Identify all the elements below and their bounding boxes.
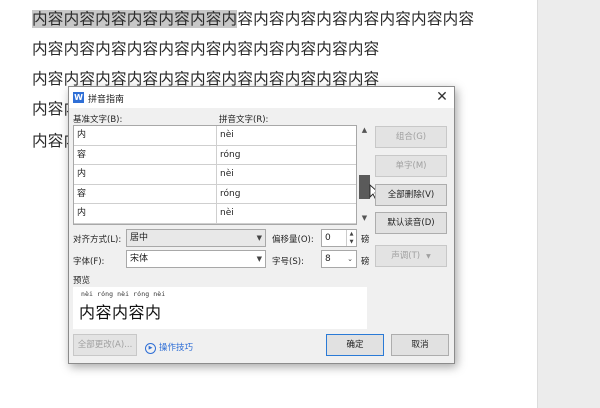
combine-button[interactable]: 组合(G) [375,126,447,148]
offset-value: 0 [325,233,331,243]
pinyin-guide-dialog: W 拼音指南 ✕ 基准文字(B): 拼音文字(R): 内 nèi 容 róng … [68,86,455,364]
close-icon[interactable]: ✕ [430,87,454,108]
base-text-field[interactable]: 容 [74,184,217,204]
chevron-down-icon: ▼ [256,255,262,263]
dropdown-arrow-icon: ▼ [426,253,431,260]
page-gutter [537,0,600,408]
scroll-down-icon[interactable]: ▼ [359,213,370,223]
preview-label: 预览 [73,276,91,286]
dialog-titlebar[interactable]: W 拼音指南 ✕ [69,87,454,108]
size-unit: 磅 [361,257,370,267]
ruby-text-header: 拼音文字(R): [219,115,269,125]
table-row: 内 nèi [74,126,356,146]
table-row: 内 nèi [74,204,356,224]
cancel-button[interactable]: 取消 [391,334,449,356]
table-row: 容 róng [74,145,356,165]
offset-unit: 磅 [361,235,370,245]
base-text-header: 基准文字(B): [73,115,123,125]
ruby-text-field[interactable]: nèi [217,126,356,145]
grid-scrollbar[interactable]: ▲ ▼ [359,125,370,225]
preview-ruby: nèi róng nèi róng nèi [81,290,166,298]
apply-all-button[interactable]: 全部更改(A)... [73,334,137,356]
app-icon: W [73,92,84,103]
chevron-down-icon: ⌄ [347,255,353,263]
ruby-text-field[interactable]: róng [217,185,356,204]
dialog-title: 拼音指南 [88,95,125,105]
decrement-icon[interactable]: ▼ [346,238,356,246]
size-value: 8 [325,254,331,264]
alignment-select[interactable]: 居中 ▼ [126,229,266,247]
font-label: 字体(F): [73,257,105,267]
offset-stepper[interactable]: 0 ▲ ▼ [321,229,357,247]
line-remainder[interactable]: 容内容内容内容内容内容内容内容 [237,10,474,28]
ruby-text-field[interactable]: nèi [217,165,356,184]
single-char-button[interactable]: 单字(M) [375,155,447,177]
base-text-field[interactable]: 容 [74,145,217,165]
alignment-label: 对齐方式(L): [73,235,122,245]
scroll-up-icon[interactable]: ▲ [359,125,370,135]
selected-text[interactable]: 内容内容内容内容内容内容内 [32,10,238,28]
base-text-field[interactable]: 内 [74,204,217,223]
increment-icon[interactable]: ▲ [346,230,356,238]
ok-button[interactable]: 确定 [326,334,384,356]
font-value: 宋体 [130,254,149,264]
ruby-text-field[interactable]: nèi [217,204,356,223]
font-select[interactable]: 宋体 ▼ [126,250,266,268]
base-text-field[interactable]: 内 [74,165,217,184]
alignment-value: 居中 [130,233,149,243]
base-text-field[interactable]: 内 [74,126,217,145]
size-label: 字号(S): [272,257,304,267]
chevron-down-icon: ▼ [256,234,262,242]
tone-label: 声调(T) [391,251,421,261]
document-line[interactable]: 内容内容内容内容内容内容内容内容内容内容内容内容内容内容 [32,9,474,29]
pinyin-grid: 内 nèi 容 róng 内 nèi 容 róng 内 nèi [73,125,357,225]
document-line[interactable]: 内容内容内容内容内容内容内容内容内容内容内容 [32,39,379,59]
size-select[interactable]: 8 ⌄ [321,250,357,268]
tone-button[interactable]: 声调(T) ▼ [375,245,447,267]
preview-text: 内容内容内 [79,303,162,322]
offset-label: 偏移量(O): [272,235,314,245]
clear-all-button[interactable]: 全部删除(V) [375,184,447,206]
play-icon[interactable]: ▶ [145,343,156,354]
ruby-text-field[interactable]: róng [217,146,356,165]
tips-link[interactable]: 操作技巧 [159,341,193,353]
table-row: 容 róng [74,184,356,204]
default-reading-button[interactable]: 默认读音(D) [375,212,447,234]
table-row: 内 nèi [74,165,356,185]
preview-panel: nèi róng nèi róng nèi 内容内容内 [73,287,367,329]
